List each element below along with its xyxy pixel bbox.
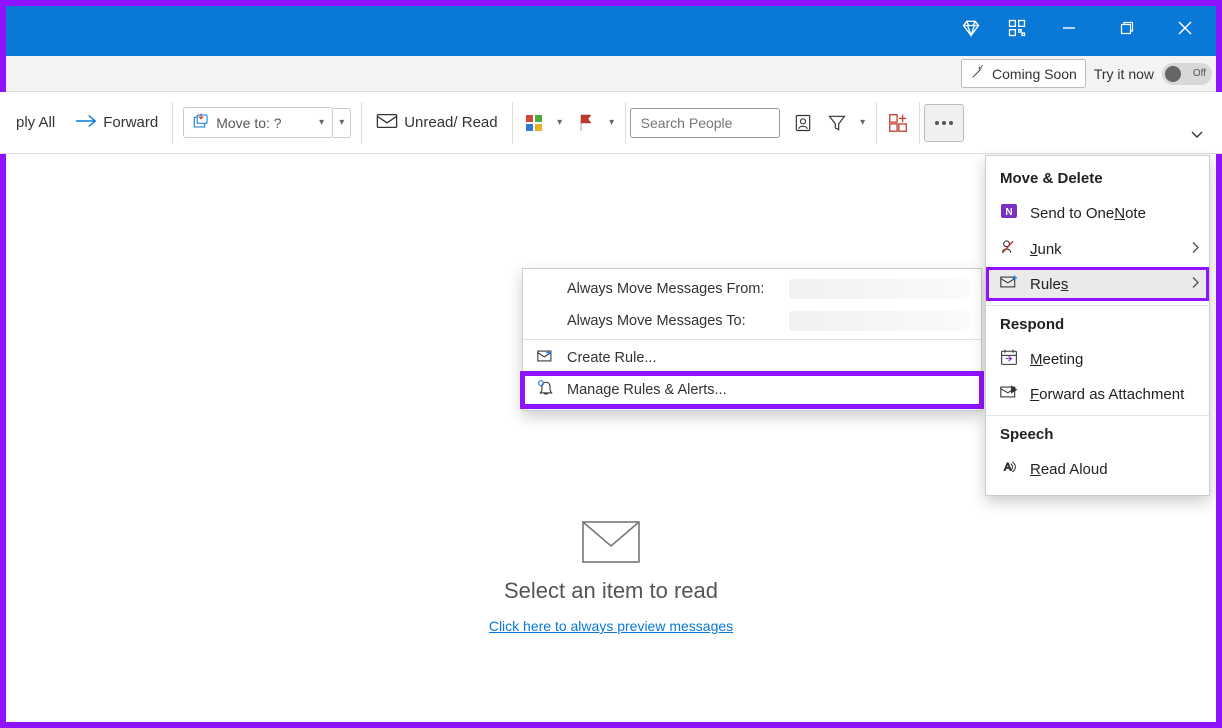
menu-label: Meeting — [1030, 351, 1083, 368]
unread-read-button[interactable]: Unread/ Read — [366, 106, 507, 140]
filter-button[interactable] — [820, 106, 854, 140]
move-to-dropdown[interactable]: ▾ — [333, 108, 351, 138]
flag-button[interactable] — [569, 106, 603, 140]
menu-separator — [986, 415, 1209, 416]
toggle-off-label: Off — [1193, 68, 1206, 79]
menu-label: Create Rule... — [567, 350, 656, 366]
calendar-icon — [1000, 348, 1018, 370]
rules-submenu: Always Move Messages From: Always Move M… — [522, 268, 982, 411]
ribbon-collapse-caret[interactable] — [1190, 126, 1204, 144]
menu-section-move-delete: Move & Delete — [986, 164, 1209, 195]
ribbon-overflow-button[interactable] — [924, 104, 964, 142]
menu-label: Send to OneNote — [1030, 205, 1146, 222]
menu-label: Always Move Messages From: — [567, 281, 764, 297]
separator — [625, 102, 626, 144]
filter-dropdown[interactable]: ▾ — [854, 106, 872, 140]
reading-pane-placeholder: Select an item to read Click here to alw… — [6, 520, 1216, 634]
address-book-button[interactable] — [786, 106, 820, 140]
envelope-icon — [376, 112, 398, 134]
categorize-button[interactable] — [517, 106, 551, 140]
menu-label: Forward as Attachment — [1030, 386, 1184, 403]
menu-read-aloud[interactable]: A Read Aloud — [986, 451, 1209, 487]
menu-label: Read Aloud — [1030, 461, 1108, 478]
separator — [512, 102, 513, 144]
separator — [172, 102, 173, 144]
caret-down-icon: ▾ — [319, 117, 324, 128]
svg-text:N: N — [1005, 207, 1012, 218]
arrow-right-icon — [75, 114, 97, 132]
forward-button[interactable]: Forward — [65, 108, 168, 138]
create-rule-icon — [537, 348, 555, 368]
menu-send-to-onenote[interactable]: N Send to OneNote — [986, 195, 1209, 231]
menu-label: Junk — [1030, 241, 1062, 258]
reply-all-button[interactable]: ply All — [6, 108, 65, 137]
categorize-dropdown[interactable]: ▾ — [551, 106, 569, 140]
chevron-right-icon — [1191, 276, 1199, 293]
rules-always-move-to[interactable]: Always Move Messages To: — [523, 305, 981, 337]
chevron-right-icon — [1191, 241, 1199, 258]
reply-all-label: ply All — [16, 114, 55, 131]
manage-rules-icon — [537, 379, 555, 401]
menu-separator — [523, 339, 981, 340]
move-to-control[interactable]: Move to: ? ▾ ▾ — [183, 107, 351, 138]
separator — [361, 102, 362, 144]
always-preview-link[interactable]: Click here to always preview messages — [489, 618, 733, 634]
junk-icon — [1000, 238, 1018, 260]
ribbon-toolbar: ply All Forward Move to: ? ▾ ▾ Unread/ R… — [0, 92, 1222, 154]
onenote-icon: N — [1000, 202, 1018, 224]
menu-label: Manage Rules & Alerts... — [567, 382, 727, 398]
reading-pane-title: Select an item to read — [504, 578, 718, 604]
rules-create-rule[interactable]: Create Rule... — [523, 342, 981, 374]
rules-always-move-from[interactable]: Always Move Messages From: — [523, 273, 981, 305]
menu-junk[interactable]: Junk — [986, 231, 1209, 267]
separator — [919, 102, 920, 144]
menu-separator — [986, 305, 1209, 306]
menu-rules[interactable]: Rules — [986, 267, 1209, 301]
menu-label: Rules — [1030, 276, 1068, 293]
rules-manage-rules-alerts[interactable]: Manage Rules & Alerts... — [523, 374, 981, 406]
rules-icon — [1000, 274, 1018, 294]
menu-label: Always Move Messages To: — [567, 313, 746, 329]
forward-label: Forward — [103, 114, 158, 131]
search-people-input[interactable] — [630, 108, 780, 138]
move-folder-icon — [192, 112, 210, 133]
read-aloud-icon: A — [1000, 458, 1018, 480]
ribbon-overflow-menu: Move & Delete N Send to OneNote Junk Rul… — [985, 155, 1210, 496]
coming-soon-toggle[interactable]: Off — [1162, 63, 1212, 85]
menu-meeting[interactable]: Meeting — [986, 341, 1209, 377]
menu-section-speech: Speech — [986, 420, 1209, 451]
toggle-knob — [1165, 66, 1181, 82]
forward-attachment-icon — [1000, 384, 1018, 404]
flag-dropdown[interactable]: ▾ — [603, 106, 621, 140]
svg-text:A: A — [1004, 461, 1012, 473]
move-to-label: Move to: ? — [216, 115, 281, 131]
menu-forward-attachment[interactable]: Forward as Attachment — [986, 377, 1209, 411]
menu-section-respond: Respond — [986, 310, 1209, 341]
unread-read-label: Unread/ Read — [404, 114, 497, 131]
separator — [876, 102, 877, 144]
add-in-store-button[interactable] — [881, 106, 915, 140]
envelope-large-icon — [581, 520, 641, 564]
